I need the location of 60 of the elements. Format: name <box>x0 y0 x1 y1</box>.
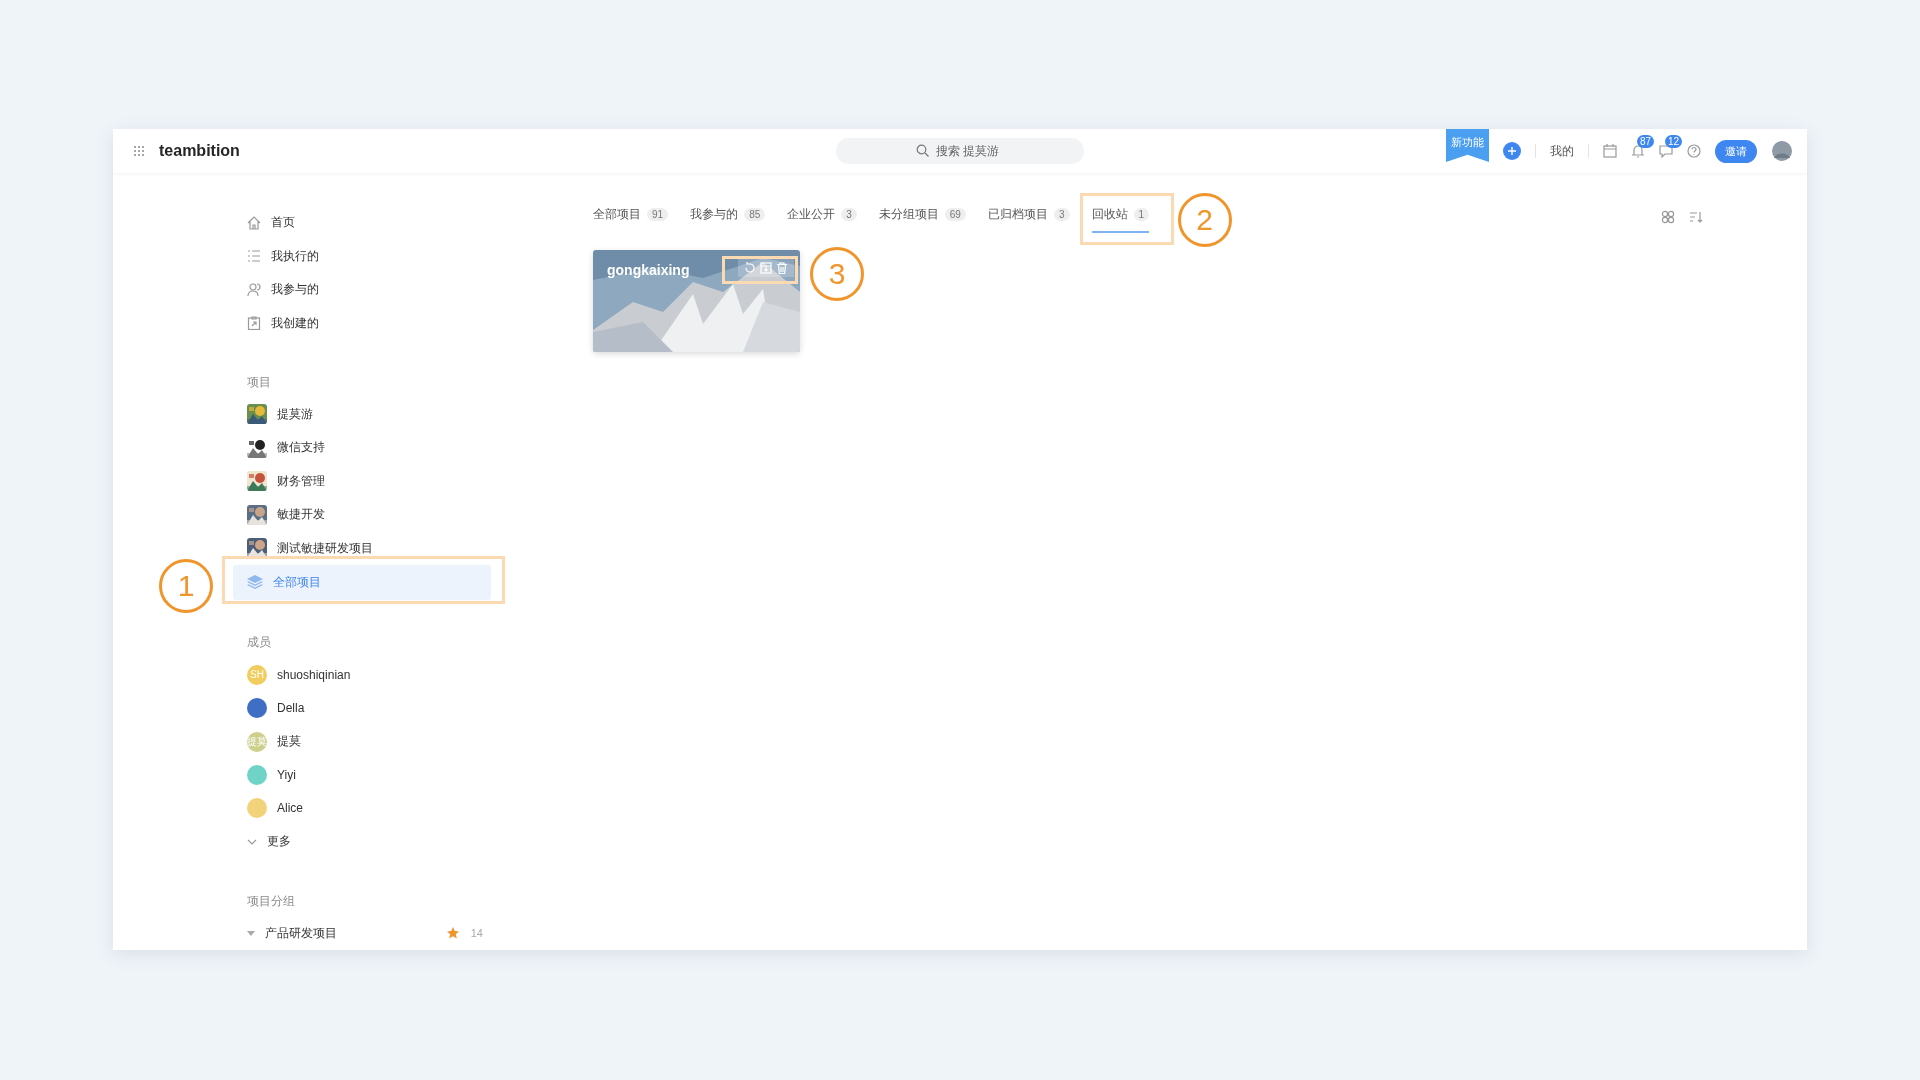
member-item[interactable]: Alice <box>233 791 491 826</box>
chevron-down-icon <box>247 838 257 845</box>
archive-icon[interactable] <box>760 262 772 274</box>
people-icon <box>247 282 261 297</box>
section-heading: 成员 <box>247 633 272 651</box>
bell-icon[interactable] <box>1631 144 1645 158</box>
tab[interactable]: 我参与的 85 <box>690 201 766 233</box>
clipboard-icon <box>247 316 261 331</box>
list-icon <box>247 249 261 264</box>
more-item[interactable]: 更多 <box>233 825 491 859</box>
tab[interactable]: 未分组项目 69 <box>878 201 966 233</box>
chat-icon[interactable] <box>1659 144 1673 158</box>
search-field[interactable]: 搜索 提莫游 <box>836 138 1084 164</box>
search-icon <box>916 144 929 157</box>
member-item[interactable]: 提莫 提莫 <box>233 724 491 759</box>
grid-view-icon[interactable] <box>1661 210 1675 224</box>
section-heading: 项目 <box>247 373 272 391</box>
member-item[interactable]: SH shuoshiqinian <box>233 657 491 692</box>
group-item[interactable]: 产品研发项目 14 <box>233 916 491 950</box>
annotation-number: 2 <box>1177 193 1232 247</box>
group-count: 14 <box>470 927 483 940</box>
member-item[interactable]: Yiyi <box>233 758 491 792</box>
my-link[interactable]: 我的 <box>1550 142 1574 160</box>
caret-icon <box>247 930 255 936</box>
calendar-icon[interactable] <box>1603 144 1617 158</box>
plus-icon <box>1508 147 1516 155</box>
sort-icon[interactable] <box>1689 210 1703 224</box>
invite-button[interactable]: 邀请 <box>1715 139 1757 163</box>
project-item[interactable]: 敏捷开发 <box>233 498 491 532</box>
add-button[interactable] <box>1503 142 1521 160</box>
card-title: gongkaixing <box>607 262 690 278</box>
sidebar-item[interactable]: 我创建的 <box>233 306 491 340</box>
logo[interactable]: teambition <box>159 142 240 160</box>
delete-icon[interactable] <box>776 262 788 274</box>
annotation-number: 3 <box>810 247 864 301</box>
tab[interactable]: 企业公开 3 <box>787 201 857 233</box>
project-item[interactable]: 财务管理 <box>233 464 491 499</box>
user-avatar[interactable] <box>1771 140 1793 162</box>
restore-icon[interactable] <box>744 262 756 274</box>
star-icon[interactable] <box>446 927 459 940</box>
project-item[interactable]: 微信支持 <box>233 431 491 465</box>
sidebar-item[interactable]: 我参与的 <box>233 272 491 307</box>
project-item[interactable]: 提莫游 <box>233 397 491 432</box>
tab[interactable]: 全部项目 91 <box>593 201 669 233</box>
avatar: SH <box>247 664 267 685</box>
count-badge: 12 <box>1665 135 1683 148</box>
tab[interactable]: 已归档项目 3 <box>987 201 1070 233</box>
section-heading: 项目分组 <box>247 892 296 910</box>
project-item[interactable]: 测试敏捷研发项目 <box>233 531 491 565</box>
sidebar-item[interactable]: 我执行的 <box>233 239 491 273</box>
avatar: 提莫 <box>247 731 267 752</box>
home-icon <box>247 215 261 230</box>
help-icon[interactable] <box>1687 144 1701 158</box>
sidebar-item[interactable]: 首页 <box>233 206 491 240</box>
apps-grid-icon[interactable] <box>133 145 145 157</box>
tab[interactable]: 回收站 1 <box>1091 201 1150 233</box>
annotation-number: 1 <box>159 558 213 613</box>
count-badge: 87 <box>1637 135 1655 148</box>
member-item[interactable]: Della <box>233 691 491 725</box>
layers-icon <box>247 575 263 590</box>
